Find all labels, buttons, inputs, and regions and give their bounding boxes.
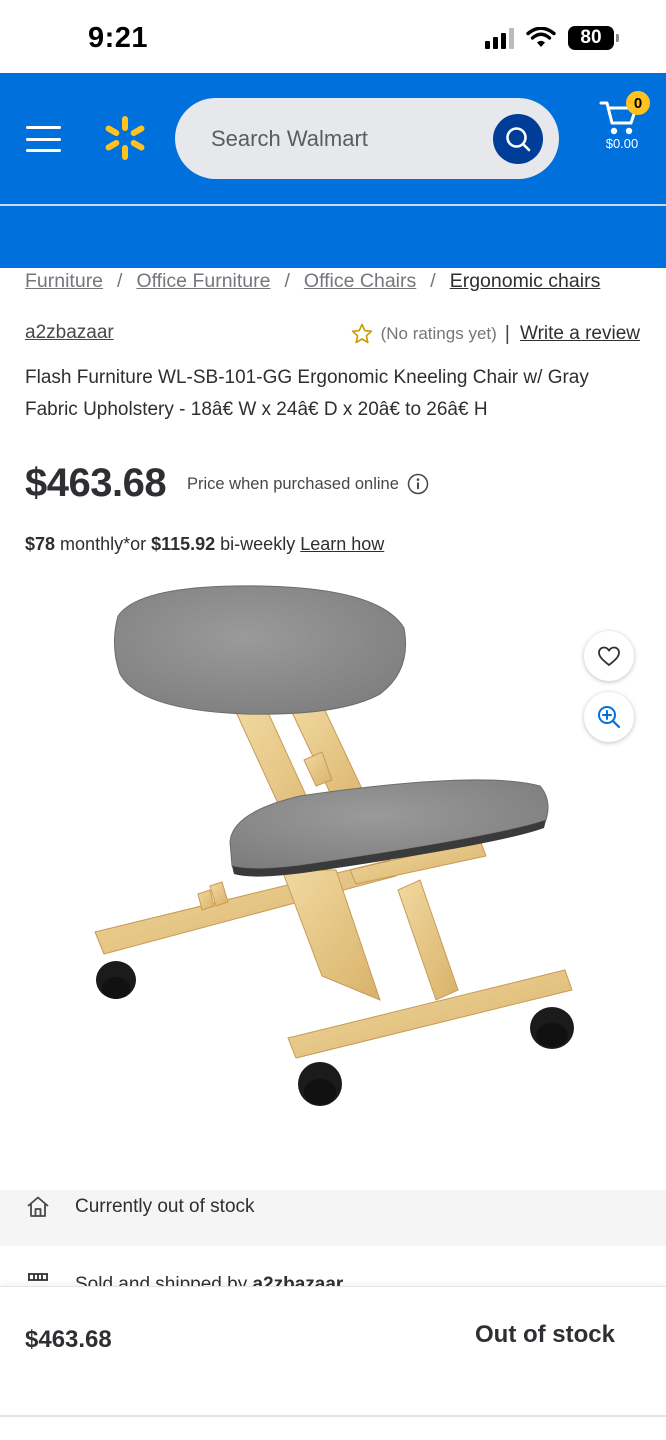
wifi-icon bbox=[526, 27, 556, 47]
star-icon bbox=[351, 323, 372, 344]
cart-button[interactable]: 0 $0.00 bbox=[598, 91, 650, 161]
status-bar: 9:21 80 bbox=[0, 0, 666, 73]
cart-amount: $0.00 bbox=[605, 136, 639, 151]
search-box bbox=[175, 98, 559, 179]
info-icon[interactable] bbox=[407, 473, 429, 495]
product-price: $463.68 bbox=[25, 461, 167, 505]
search-input[interactable] bbox=[211, 98, 481, 179]
ratings-separator: | bbox=[504, 322, 510, 345]
cart-count-badge: 0 bbox=[626, 91, 650, 115]
stock-status-row: Currently out of stock bbox=[25, 1192, 255, 1222]
bottom-divider bbox=[0, 1415, 666, 1417]
home-icon bbox=[27, 1196, 49, 1217]
out-of-stock-label: Out of stock bbox=[474, 1321, 615, 1348]
breadcrumb: Furniture / Office Furniture / Office Ch… bbox=[25, 270, 600, 293]
zoom-in-icon bbox=[598, 706, 621, 729]
financing-offer: $78 monthly*or $115.92 bi-weekly Learn h… bbox=[25, 534, 384, 555]
favorite-button[interactable] bbox=[584, 631, 634, 681]
breadcrumb-separator: / bbox=[117, 270, 123, 292]
price-note: Price when purchased online bbox=[187, 473, 429, 495]
write-review-link[interactable]: Write a review bbox=[520, 323, 640, 345]
breadcrumb-separator: / bbox=[430, 270, 436, 292]
monthly-amount: $78 bbox=[25, 534, 56, 554]
search-icon bbox=[506, 127, 531, 152]
product-image[interactable] bbox=[60, 570, 600, 1130]
signal-icon bbox=[485, 27, 514, 49]
monthly-label: monthly*or bbox=[55, 534, 152, 554]
product-title: Flash Furniture WL-SB-101-GG Ergonomic K… bbox=[25, 367, 589, 420]
biweekly-label: bi-weekly bbox=[215, 534, 301, 554]
breadcrumb-office-furniture[interactable]: Office Furniture bbox=[136, 270, 270, 293]
stock-status-text: Currently out of stock bbox=[75, 1196, 255, 1217]
menu-icon[interactable] bbox=[26, 126, 61, 152]
heart-icon bbox=[598, 646, 620, 666]
breadcrumb-office-chairs[interactable]: Office Chairs bbox=[304, 270, 416, 293]
ratings-row: (No ratings yet) | Write a review bbox=[350, 322, 640, 346]
search-button[interactable] bbox=[493, 114, 543, 164]
learn-how-link[interactable]: Learn how bbox=[300, 534, 384, 554]
zoom-button[interactable] bbox=[584, 692, 634, 742]
status-time: 9:21 bbox=[88, 22, 149, 54]
battery-icon: 80 bbox=[568, 26, 619, 50]
bottom-price: $463.68 bbox=[25, 1326, 112, 1353]
bottom-action-bar: $463.68 Out of stock bbox=[0, 1286, 666, 1440]
biweekly-amount: $115.92 bbox=[151, 534, 216, 554]
breadcrumb-ergonomic-chairs[interactable]: Ergonomic chairs bbox=[450, 270, 601, 293]
price-note-text: Price when purchased online bbox=[187, 474, 399, 493]
status-icons: 80 bbox=[485, 26, 619, 50]
breadcrumb-furniture[interactable]: Furniture bbox=[25, 270, 103, 293]
ratings-text: (No ratings yet) bbox=[380, 324, 497, 343]
sub-header bbox=[0, 206, 666, 268]
breadcrumb-separator: / bbox=[284, 270, 290, 292]
seller-link[interactable]: a2zbazaar bbox=[25, 322, 114, 344]
spark-icon[interactable] bbox=[103, 115, 147, 161]
site-header: 0 $0.00 bbox=[0, 73, 666, 204]
